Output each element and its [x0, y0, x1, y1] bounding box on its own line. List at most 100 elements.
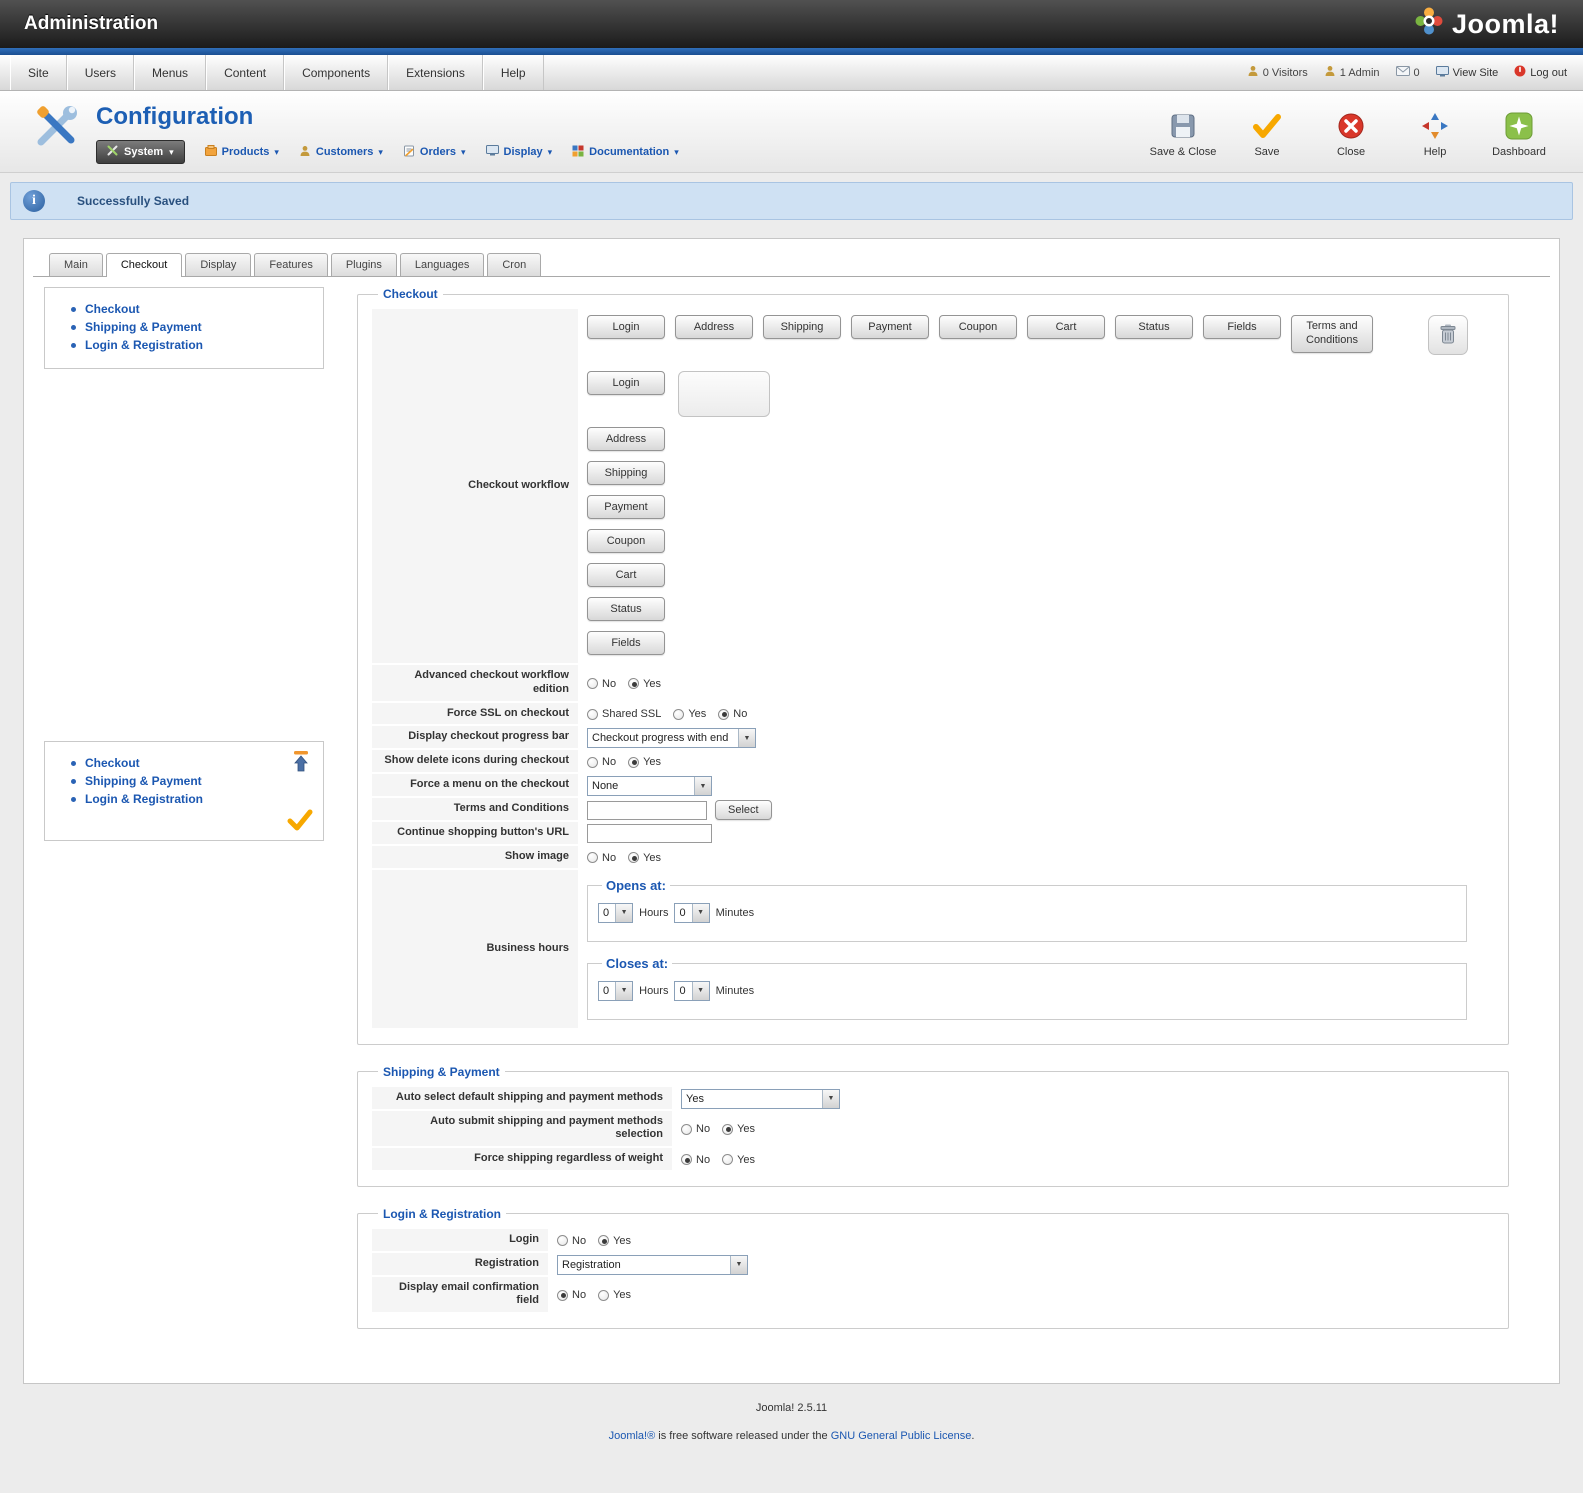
radio-option-shared-ssl[interactable]: Shared SSL [587, 708, 661, 720]
radio-icon[interactable] [557, 1235, 568, 1246]
sidebar-link-checkout[interactable]: Checkout [85, 302, 315, 316]
dropdown-arrow-icon[interactable] [822, 1090, 839, 1108]
workflow-step-login[interactable]: Login [587, 371, 665, 395]
tab-display[interactable]: Display [185, 253, 251, 276]
documentation-menu[interactable]: Documentation [572, 145, 679, 160]
messages-status[interactable]: 0 [1396, 66, 1420, 79]
step-button-terms-and-conditions[interactable]: Terms and Conditions [1291, 315, 1373, 353]
radio-option-yes[interactable]: Yes [628, 756, 661, 768]
trash-button[interactable] [1428, 315, 1468, 355]
step-button-shipping[interactable]: Shipping [763, 315, 841, 339]
dashboard-button[interactable]: Dashboard [1481, 107, 1557, 162]
step-button-payment[interactable]: Payment [851, 315, 929, 339]
radio-option-no[interactable]: No [681, 1154, 710, 1166]
tab-checkout[interactable]: Checkout [106, 253, 182, 277]
progress-bar-select[interactable]: Checkout progress with end [587, 728, 756, 748]
menu-item-extensions[interactable]: Extensions [388, 55, 483, 90]
menu-item-content[interactable]: Content [206, 55, 284, 90]
menu-item-components[interactable]: Components [284, 55, 388, 90]
step-button-status[interactable]: Status [1115, 315, 1193, 339]
customers-menu[interactable]: Customers [299, 145, 383, 160]
system-menu-button[interactable]: System [96, 140, 185, 164]
tab-plugins[interactable]: Plugins [331, 253, 397, 276]
opens-hours-select[interactable]: 0 [598, 903, 633, 923]
workflow-step-address[interactable]: Address [587, 427, 665, 451]
radio-icon[interactable] [722, 1154, 733, 1165]
gnu-license-link[interactable]: GNU General Public License [831, 1430, 972, 1442]
sidebar-link-checkout-2[interactable]: Checkout [85, 756, 315, 770]
dropdown-arrow-icon[interactable] [692, 904, 709, 922]
radio-option-no[interactable]: No [587, 678, 616, 690]
workflow-step-coupon[interactable]: Coupon [587, 529, 665, 553]
step-button-login[interactable]: Login [587, 315, 665, 339]
radio-option-yes[interactable]: Yes [722, 1123, 755, 1135]
tab-languages[interactable]: Languages [400, 253, 484, 276]
radio-icon[interactable] [587, 678, 598, 689]
workflow-dropzone[interactable] [678, 371, 770, 417]
radio-icon[interactable] [628, 852, 639, 863]
sidebar-link-shipping-payment-2[interactable]: Shipping & Payment [85, 774, 315, 788]
radio-option-no[interactable]: No [587, 852, 616, 864]
step-button-cart[interactable]: Cart [1027, 315, 1105, 339]
tab-main[interactable]: Main [49, 253, 103, 276]
menu-item-menus[interactable]: Menus [134, 55, 206, 90]
radio-option-no[interactable]: No [718, 708, 747, 720]
logout-link[interactable]: Log out [1514, 65, 1567, 80]
radio-icon[interactable] [598, 1235, 609, 1246]
workflow-step-status[interactable]: Status [587, 597, 665, 621]
dropdown-arrow-icon[interactable] [692, 982, 709, 1000]
opens-minutes-select[interactable]: 0 [674, 903, 709, 923]
close-button[interactable]: Close [1313, 107, 1389, 162]
radio-option-no[interactable]: No [587, 756, 616, 768]
step-button-coupon[interactable]: Coupon [939, 315, 1017, 339]
radio-option-yes[interactable]: Yes [722, 1154, 755, 1166]
terms-select-button[interactable]: Select [715, 800, 772, 820]
radio-option-no[interactable]: No [681, 1123, 710, 1135]
products-menu[interactable]: Products [205, 145, 279, 159]
radio-icon[interactable] [681, 1124, 692, 1135]
radio-icon[interactable] [718, 709, 729, 720]
display-menu[interactable]: Display [486, 145, 553, 159]
radio-icon[interactable] [628, 757, 639, 768]
radio-icon[interactable] [587, 709, 598, 720]
sidebar-link-login-registration[interactable]: Login & Registration [85, 338, 315, 352]
sidebar-link-login-registration-2[interactable]: Login & Registration [85, 792, 315, 806]
radio-option-yes[interactable]: Yes [598, 1289, 631, 1301]
tab-features[interactable]: Features [254, 253, 327, 276]
continue-url-input[interactable] [587, 824, 712, 843]
auto-select-select[interactable]: Yes [681, 1089, 840, 1109]
closes-minutes-select[interactable]: 0 [674, 981, 709, 1001]
dropdown-arrow-icon[interactable] [694, 777, 711, 795]
workflow-step-payment[interactable]: Payment [587, 495, 665, 519]
radio-icon[interactable] [587, 852, 598, 863]
radio-icon[interactable] [557, 1290, 568, 1301]
step-button-address[interactable]: Address [675, 315, 753, 339]
radio-option-no[interactable]: No [557, 1289, 586, 1301]
step-button-fields[interactable]: Fields [1203, 315, 1281, 339]
radio-option-yes[interactable]: Yes [628, 852, 661, 864]
radio-option-yes[interactable]: Yes [598, 1235, 631, 1247]
radio-option-yes[interactable]: Yes [628, 678, 661, 690]
orders-menu[interactable]: Orders [403, 145, 466, 160]
view-site-link[interactable]: View Site [1436, 66, 1499, 80]
workflow-step-cart[interactable]: Cart [587, 563, 665, 587]
radio-icon[interactable] [587, 757, 598, 768]
save-button[interactable]: Save [1229, 107, 1305, 162]
radio-icon[interactable] [673, 709, 684, 720]
registration-select[interactable]: Registration [557, 1255, 748, 1275]
terms-input[interactable] [587, 801, 707, 820]
radio-icon[interactable] [598, 1290, 609, 1301]
tab-cron[interactable]: Cron [487, 253, 541, 276]
dropdown-arrow-icon[interactable] [615, 904, 632, 922]
radio-option-no[interactable]: No [557, 1235, 586, 1247]
radio-option-yes[interactable]: Yes [673, 708, 706, 720]
joomla-site-link[interactable]: Joomla!® [609, 1430, 656, 1442]
dropdown-arrow-icon[interactable] [738, 729, 755, 747]
menu-item-site[interactable]: Site [10, 55, 67, 90]
force-menu-select[interactable]: None [587, 776, 712, 796]
workflow-step-shipping[interactable]: Shipping [587, 461, 665, 485]
dropdown-arrow-icon[interactable] [615, 982, 632, 1000]
help-button[interactable]: Help [1397, 107, 1473, 162]
menu-item-users[interactable]: Users [67, 55, 134, 90]
dropdown-arrow-icon[interactable] [730, 1256, 747, 1274]
